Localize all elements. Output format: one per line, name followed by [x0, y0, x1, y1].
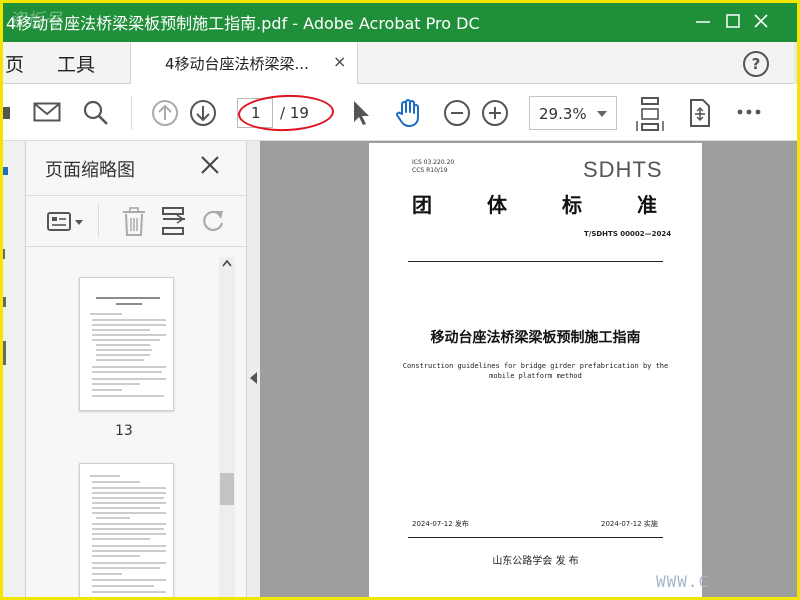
scrollbar-thumb[interactable] — [220, 473, 234, 505]
minimize-icon[interactable] — [690, 8, 716, 34]
doc-publisher: 山东公路学会 发 布 — [492, 556, 579, 567]
more-icon[interactable] — [736, 104, 764, 120]
page-total: / 19 — [280, 104, 309, 122]
document-tab[interactable]: 4移动台座法桥梁梁... × — [130, 42, 358, 85]
zoom-out-icon[interactable] — [443, 99, 471, 127]
menu-tab-row: 页 工具 — [0, 42, 800, 84]
fit-page-icon[interactable] — [636, 96, 664, 132]
panel-toolbar-separator — [98, 204, 99, 238]
doc-title-cn: 移动台座法桥梁梁板预制施工指南 — [430, 330, 641, 346]
doc-issue-date: 2024-07-12 发布 — [412, 520, 469, 528]
prev-page-icon[interactable] — [151, 99, 179, 127]
panel-collapse-handle[interactable] — [246, 141, 260, 600]
doc-rule — [408, 537, 663, 538]
thumbnail-options-icon[interactable] — [46, 209, 86, 239]
doc-standard-code: T/SDHTS 00002—2024 — [584, 230, 672, 238]
scroll-up-icon[interactable] — [222, 259, 232, 270]
panel-toolbar — [26, 195, 246, 247]
panel-title: 页面缩略图 — [45, 160, 135, 181]
thumbnail-panel: 页面缩略图 13 — [26, 141, 246, 600]
doc-title-en: Construction guidelines for bridge girde… — [402, 362, 669, 370]
page-thumbnail-14[interactable] — [79, 463, 174, 600]
email-icon[interactable] — [33, 101, 61, 123]
doc-ccs: CCS R10/19 — [412, 167, 448, 174]
hand-tool-icon[interactable] — [393, 97, 425, 129]
doc-impl-date: 2024-07-12 实施 — [601, 520, 658, 528]
select-cursor-icon[interactable] — [350, 99, 372, 127]
doc-std-char: 准 — [637, 193, 657, 217]
zoom-in-icon[interactable] — [481, 99, 509, 127]
collapse-left-icon — [250, 372, 257, 384]
watermark-logo: 瓷板号 — [8, 10, 62, 31]
page-number-input[interactable]: 1 — [237, 98, 273, 128]
thumbnail-page-number: 13 — [115, 423, 133, 439]
tab-close-icon[interactable]: × — [333, 52, 346, 71]
page-thumbnail-13[interactable] — [79, 277, 174, 411]
maximize-icon[interactable] — [720, 8, 746, 34]
extract-page-icon[interactable] — [160, 206, 188, 240]
title-bar: 4移动台座法桥梁梁板预制施工指南.pdf - Adobe Acrobat Pro… — [0, 0, 800, 42]
delete-page-icon[interactable] — [120, 207, 148, 241]
left-nav-strip — [0, 141, 26, 600]
watermark-url: WWW.C — [656, 572, 710, 591]
doc-title-en: mobile platform method — [489, 372, 582, 380]
next-page-icon[interactable] — [189, 99, 217, 127]
pdf-page: ICS 03.220.20 CCS R10/19 SDHTS 团 体 标 准 T… — [369, 143, 702, 600]
window-title: 4移动台座法桥梁梁板预制施工指南.pdf - Adobe Acrobat Pro… — [6, 14, 480, 33]
window-edge — [794, 42, 800, 84]
close-icon[interactable] — [748, 8, 774, 34]
search-icon[interactable] — [82, 99, 110, 127]
document-view[interactable]: ICS 03.220.20 CCS R10/19 SDHTS 团 体 标 准 T… — [260, 141, 800, 600]
help-button[interactable]: ? — [743, 51, 769, 77]
doc-rule — [408, 261, 663, 262]
rotate-view-icon[interactable] — [686, 98, 714, 128]
document-tab-label: 4移动台座法桥梁梁... — [165, 55, 309, 73]
panel-close-icon[interactable] — [198, 153, 222, 181]
doc-std-char: 体 — [487, 193, 507, 217]
print-icon[interactable] — [0, 100, 14, 126]
toolbar-separator — [131, 96, 132, 130]
rotate-page-icon[interactable] — [200, 207, 228, 239]
menu-tools[interactable]: 工具 — [57, 50, 95, 77]
zoom-value: 29.3% — [539, 105, 587, 123]
chevron-down-icon — [597, 111, 607, 117]
thumbnail-scrollbar[interactable] — [219, 257, 235, 600]
doc-std-char: 标 — [562, 193, 582, 217]
zoom-select[interactable]: 29.3% — [529, 96, 617, 130]
doc-ics: ICS 03.220.20 — [412, 159, 455, 166]
menu-home[interactable]: 页 — [5, 50, 24, 77]
doc-std-char: 团 — [412, 193, 432, 217]
doc-brand: SDHTS — [583, 157, 663, 182]
